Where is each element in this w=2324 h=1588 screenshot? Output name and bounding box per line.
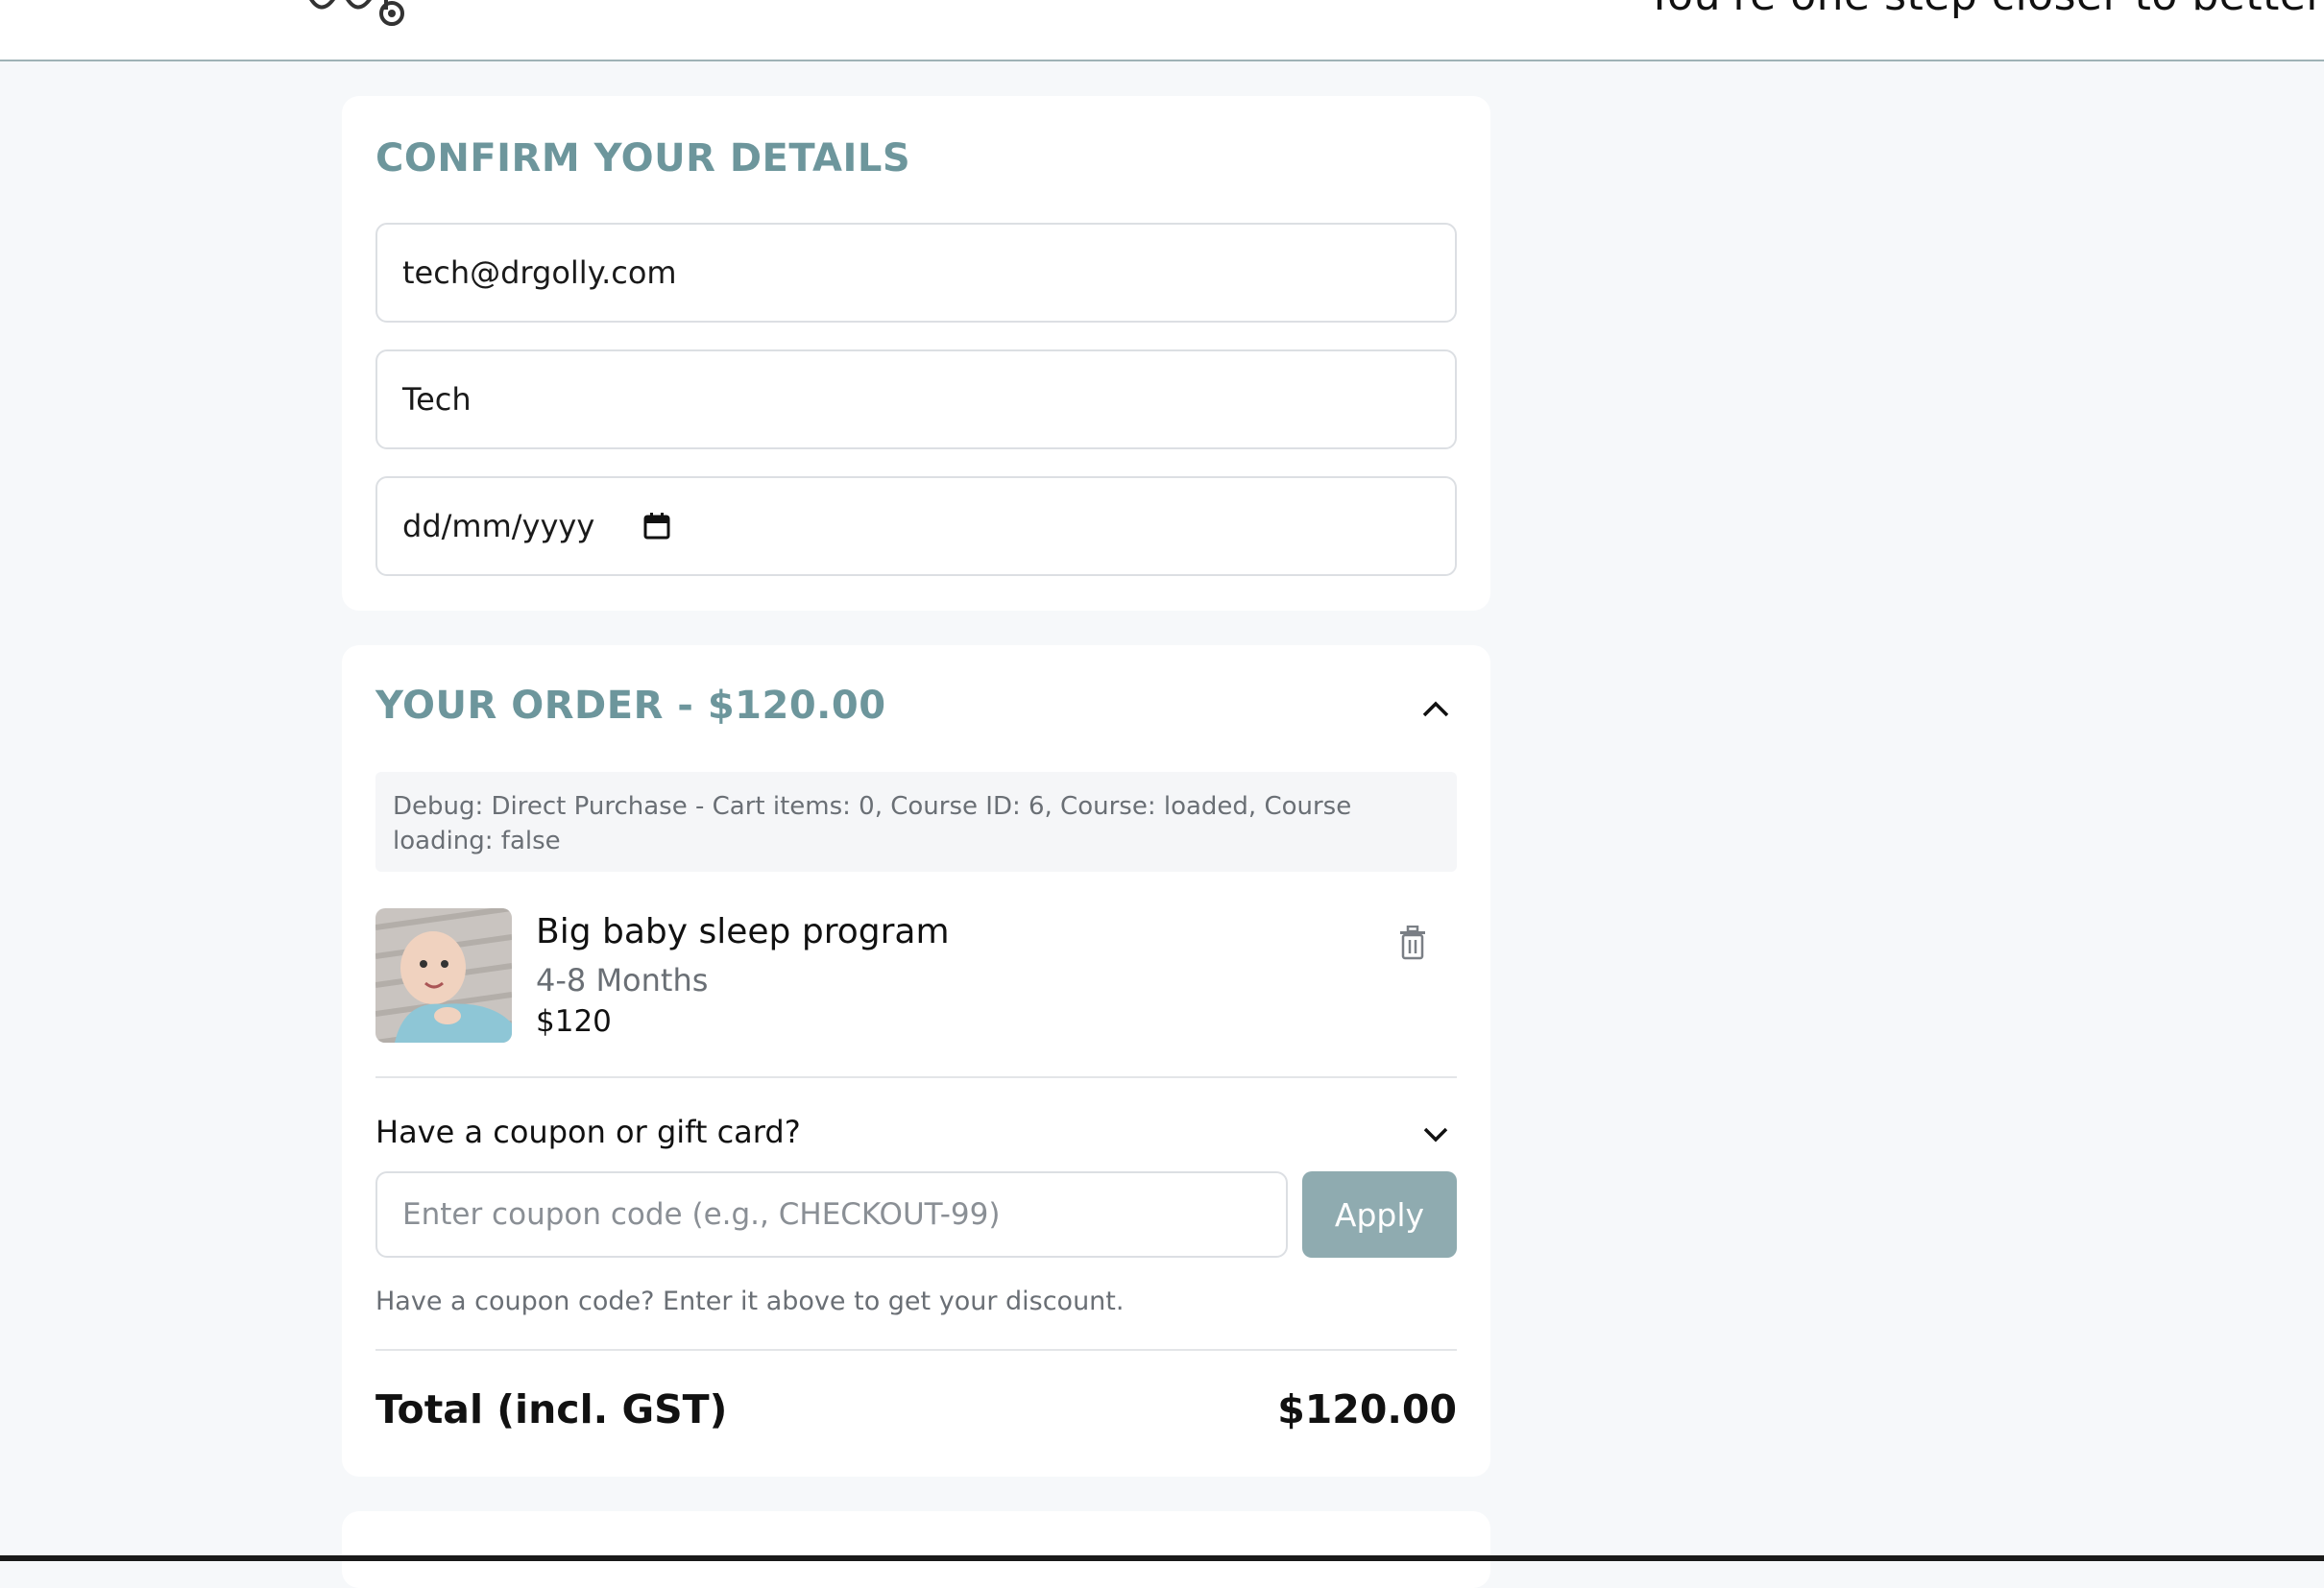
date-field[interactable]: dd/mm/yyyy <box>375 476 1457 576</box>
apply-button[interactable]: Apply <box>1302 1171 1457 1258</box>
top-bar: You're one step closer to better <box>0 0 2324 61</box>
order-title: YOUR ORDER - $120.00 <box>375 684 886 728</box>
date-placeholder: dd/mm/yyyy <box>402 508 595 544</box>
confirm-details-title: CONFIRM YOUR DETAILS <box>375 136 911 180</box>
chevron-down-icon[interactable] <box>1419 1118 1452 1150</box>
confirm-details-card: CONFIRM YOUR DETAILS tech@drgolly.com Te… <box>342 96 1490 611</box>
calendar-icon[interactable] <box>642 512 671 541</box>
coupon-toggle[interactable]: Have a coupon or gift card? <box>375 1114 801 1150</box>
email-field[interactable]: tech@drgolly.com <box>375 223 1457 323</box>
total-label: Total (incl. GST) <box>375 1386 728 1432</box>
product-name: Big baby sleep program <box>536 912 950 951</box>
next-card <box>342 1511 1490 1588</box>
total-value: $120.00 <box>1277 1386 1457 1432</box>
product-thumbnail <box>375 908 512 1043</box>
coupon-hint: Have a coupon code? Enter it above to ge… <box>375 1287 1125 1316</box>
product-price: $120 <box>536 1004 612 1039</box>
logo-icon[interactable] <box>307 0 413 29</box>
name-field[interactable]: Tech <box>375 349 1457 449</box>
name-value: Tech <box>402 381 472 418</box>
coupon-input[interactable] <box>375 1171 1288 1258</box>
divider <box>375 1349 1457 1351</box>
debug-message: Debug: Direct Purchase - Cart items: 0, … <box>375 772 1457 872</box>
email-value: tech@drgolly.com <box>402 254 677 291</box>
chevron-up-icon[interactable] <box>1419 693 1452 726</box>
divider <box>375 1076 1457 1078</box>
product-age-range: 4-8 Months <box>536 962 709 999</box>
bottom-edge <box>0 1555 2324 1561</box>
trash-icon[interactable] <box>1398 926 1427 960</box>
header-tagline: You're one step closer to better <box>1647 0 2324 20</box>
order-card: YOUR ORDER - $120.00 Debug: Direct Purch… <box>342 645 1490 1477</box>
